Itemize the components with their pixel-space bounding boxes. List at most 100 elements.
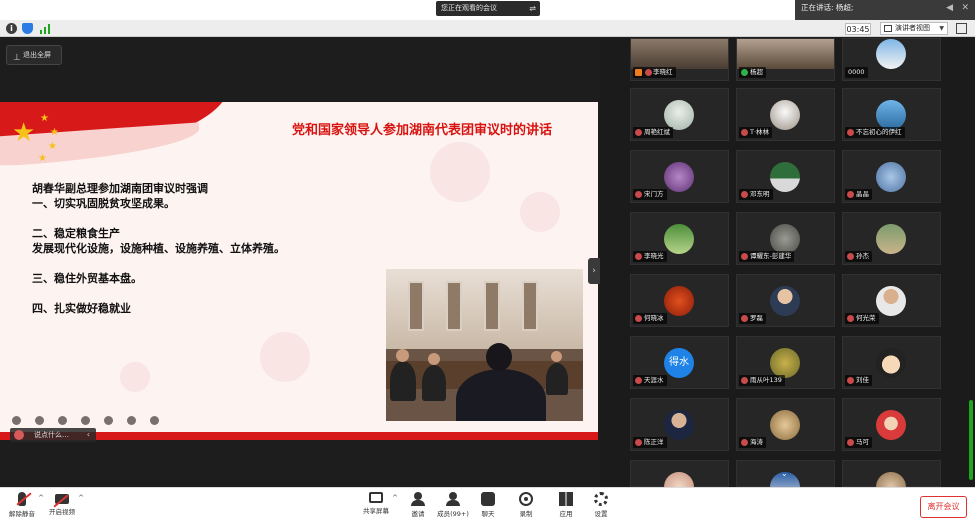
participant-tile[interactable]: 海涛 (736, 398, 835, 451)
participant-name-tag: T·林林 (739, 127, 773, 138)
start-video-button[interactable]: 开启视频 ^ (42, 492, 84, 522)
collapse-panel-button[interactable]: › (588, 258, 600, 284)
participant-tile[interactable]: 陈正洋 (630, 398, 729, 451)
chevron-down-icon: ▼ (939, 25, 944, 32)
chevron-down-icon[interactable]: ⌄ (781, 469, 788, 478)
presentation-slide: ★ ★ ★ ★ ★ 党和国家领导人参加湖南代表团审议时的讲话 胡春华副总理参加湖… (0, 102, 598, 440)
view-mode-label: 演讲者视图 (895, 24, 930, 32)
participant-tile[interactable] (630, 460, 729, 502)
share-screen-button[interactable]: 共享屏幕 ^ (356, 492, 398, 522)
participant-name: 何晓冰 (644, 314, 664, 322)
mic-muted-icon (847, 191, 854, 198)
participant-tile[interactable]: 0000 (842, 38, 941, 81)
participant-tile[interactable]: 谭耀东-彭建华 (736, 212, 835, 265)
shield-icon[interactable] (22, 23, 33, 34)
participant-tile[interactable]: ⌄ (736, 460, 835, 502)
participant-name-tag: 谭耀东-彭建华 (739, 251, 795, 262)
participant-tile[interactable]: 李晓光 (630, 212, 729, 265)
avatar: 得水 (664, 348, 694, 378)
avatar (876, 348, 906, 378)
status-bar: i 03:45 演讲者视图 ▼ (0, 20, 975, 37)
participant-tile[interactable] (842, 460, 941, 502)
participant-tile[interactable]: 刘佳 (842, 336, 941, 389)
participant-tile[interactable]: 周艳红斌 (630, 88, 729, 141)
subtitle-icon[interactable] (127, 416, 136, 425)
chat-input[interactable]: 说点什么… ‹ (10, 428, 96, 442)
avatar (770, 410, 800, 440)
top-bar: 您正在观看的会议 ⇌ 正在讲话: 杨超; ◀ ✕ (0, 0, 975, 20)
mic-muted-icon (847, 439, 854, 446)
mic-muted-icon (635, 377, 642, 384)
mic-muted-icon (847, 377, 854, 384)
participant-tile[interactable]: T·林林 (736, 88, 835, 141)
participant-name-tag: 不忘初心的伊红 (845, 127, 905, 138)
participant-name: 雨从叶139 (750, 376, 782, 384)
participant-tile[interactable]: 不忘初心的伊红 (842, 88, 941, 141)
participant-tile[interactable]: 罗磊 (736, 274, 835, 327)
participant-name-tag: 陈正洋 (633, 437, 667, 448)
participant-name-tag: 宋门方 (633, 189, 667, 200)
settings-button[interactable]: 设置 (581, 492, 621, 522)
participant-name: 海涛 (750, 438, 763, 446)
participant-tile[interactable]: 杨超 (736, 38, 835, 81)
settings-label: 设置 (594, 510, 608, 518)
leave-meeting-button[interactable]: 离开会议 (920, 496, 967, 518)
watching-banner-text: 您正在观看的会议 (441, 4, 497, 12)
mic-muted-icon (635, 315, 642, 322)
chevron-left-icon[interactable]: ‹ (87, 428, 90, 442)
chat-button[interactable]: 聊天 (468, 492, 508, 522)
share-screen-label: 共享屏幕 (363, 507, 389, 515)
avatar (664, 410, 694, 440)
pen-icon[interactable] (58, 416, 67, 425)
info-icon[interactable]: i (6, 23, 17, 34)
meeting-timer: 03:45 (845, 23, 871, 35)
apps-button[interactable]: 应用 (546, 492, 586, 522)
prev-icon[interactable] (12, 416, 21, 425)
pointer-icon[interactable] (81, 416, 90, 425)
participant-tile[interactable]: 马可 (842, 398, 941, 451)
close-icon[interactable]: ✕ (961, 1, 969, 16)
more-icon[interactable] (150, 416, 159, 425)
view-mode-dropdown[interactable]: 演讲者视图 ▼ (880, 22, 948, 35)
star-icon: ★ (48, 141, 57, 152)
exit-fullscreen-button[interactable]: ⊥ 退出全屏 (6, 45, 62, 65)
participant-tile[interactable]: 何光荣 (842, 274, 941, 327)
participant-tile[interactable]: 晶晶 (842, 150, 941, 203)
unmute-button[interactable]: 解除静音 ^ (2, 492, 44, 522)
avatar (664, 162, 694, 192)
participant-tile[interactable]: 何晓冰 (630, 274, 729, 327)
avatar (876, 162, 906, 192)
caret-up-icon[interactable]: ^ (78, 494, 84, 502)
record-button[interactable]: 录制 (506, 492, 546, 522)
record-label: 录制 (519, 510, 533, 518)
avatar (876, 224, 906, 254)
participant-tile[interactable]: 雨从叶139 (736, 336, 835, 389)
participants-panel: 李晓红 杨超 0000 周艳红斌 T·林林 不忘初心的伊红 宋门方 邓东明 晶晶… (600, 38, 975, 502)
participant-tile[interactable]: 孙杰 (842, 212, 941, 265)
participant-name-tag: 杨超 (739, 67, 766, 78)
panel-scrollbar[interactable] (969, 400, 973, 480)
participant-name: 刘佳 (856, 376, 869, 384)
fullscreen-icon[interactable] (956, 23, 967, 34)
star-icon: ★ (12, 118, 36, 148)
emoji-icon[interactable] (14, 430, 24, 440)
watching-banner[interactable]: 您正在观看的会议 ⇌ (436, 1, 540, 16)
pin-icon[interactable]: ◀ (946, 1, 953, 16)
signal-icon[interactable] (40, 24, 52, 34)
participant-name: 邓东明 (750, 190, 770, 198)
avatar (770, 348, 800, 378)
mic-active-icon (741, 69, 748, 76)
start-video-label: 开启视频 (49, 508, 75, 516)
participant-name-tag: 马可 (845, 437, 872, 448)
speaking-indicator: 正在讲话: 杨超; ◀ ✕ (795, 0, 975, 20)
participant-tile[interactable]: 得水 天涯水 (630, 336, 729, 389)
members-icon (446, 492, 460, 506)
camera-off-icon (55, 494, 69, 504)
participant-tile[interactable]: 邓东明 (736, 150, 835, 203)
next-icon[interactable] (35, 416, 44, 425)
grid-icon[interactable] (104, 416, 113, 425)
mic-muted-icon (741, 129, 748, 136)
participant-name: 罗磊 (750, 314, 763, 322)
participant-tile[interactable]: 李晓红 (630, 38, 729, 81)
participant-tile[interactable]: 宋门方 (630, 150, 729, 203)
